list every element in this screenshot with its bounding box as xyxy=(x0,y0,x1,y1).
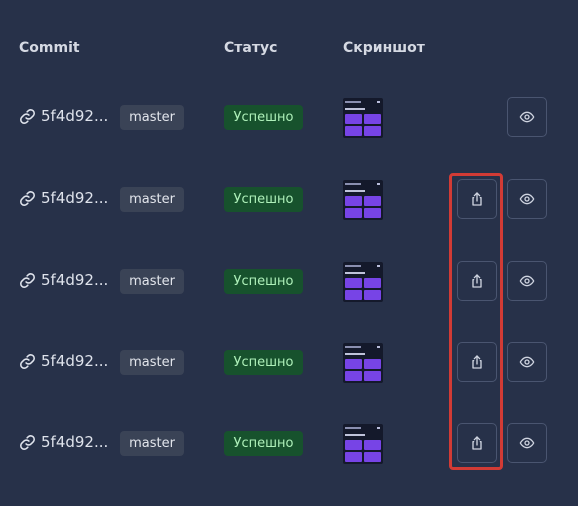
commit-link[interactable]: 5f4d92... xyxy=(19,433,108,451)
branch-badge: master xyxy=(120,431,184,456)
table-row: 5f4d92... master Успешно xyxy=(0,96,578,140)
eye-icon xyxy=(519,354,535,370)
screenshot-thumbnail[interactable] xyxy=(343,424,383,464)
status-badge: Успешно xyxy=(224,269,303,294)
screenshot-thumbnail[interactable] xyxy=(343,262,383,302)
share-button[interactable] xyxy=(457,179,497,219)
table-row: 5f4d92... master Успешно xyxy=(0,341,578,385)
table-row: 5f4d92... master Успешно xyxy=(0,260,578,304)
table-row: 5f4d92... master Успешно xyxy=(0,422,578,466)
status-badge: Успешно xyxy=(224,105,303,130)
link-icon xyxy=(19,190,36,207)
eye-icon xyxy=(519,273,535,289)
status-badge: Успешно xyxy=(224,187,303,212)
screenshot-thumbnail[interactable] xyxy=(343,180,383,220)
view-button[interactable] xyxy=(507,97,547,137)
view-button[interactable] xyxy=(507,342,547,382)
branch-badge: master xyxy=(120,350,184,375)
commit-hash: 5f4d92... xyxy=(41,433,109,451)
link-icon xyxy=(19,434,36,451)
share-icon xyxy=(469,354,485,370)
commit-hash: 5f4d92... xyxy=(41,107,109,125)
link-icon xyxy=(19,108,36,125)
branch-badge: master xyxy=(120,105,184,130)
eye-icon xyxy=(519,191,535,207)
commit-link[interactable]: 5f4d92... xyxy=(19,271,108,289)
commit-hash: 5f4d92... xyxy=(41,352,109,370)
status-badge: Успешно xyxy=(224,431,303,456)
header-status: Статус xyxy=(224,40,278,56)
view-button[interactable] xyxy=(507,261,547,301)
share-button[interactable] xyxy=(457,261,497,301)
view-button[interactable] xyxy=(507,179,547,219)
table-header: Commit Статус Скриншот xyxy=(0,40,578,60)
link-icon xyxy=(19,353,36,370)
share-icon xyxy=(469,435,485,451)
eye-icon xyxy=(519,435,535,451)
header-screenshot: Скриншот xyxy=(343,40,425,56)
status-badge: Успешно xyxy=(224,350,303,375)
share-icon xyxy=(469,273,485,289)
screenshot-thumbnail[interactable] xyxy=(343,98,383,138)
branch-badge: master xyxy=(120,269,184,294)
link-icon xyxy=(19,272,36,289)
view-button[interactable] xyxy=(507,423,547,463)
share-icon xyxy=(469,191,485,207)
commit-hash: 5f4d92... xyxy=(41,189,109,207)
table-row: 5f4d92... master Успешно xyxy=(0,178,578,222)
header-commit: Commit xyxy=(19,40,80,56)
commit-link[interactable]: 5f4d92... xyxy=(19,352,108,370)
commit-hash: 5f4d92... xyxy=(41,271,109,289)
share-button[interactable] xyxy=(457,423,497,463)
commit-link[interactable]: 5f4d92... xyxy=(19,107,108,125)
branch-badge: master xyxy=(120,187,184,212)
eye-icon xyxy=(519,109,535,125)
screenshot-thumbnail[interactable] xyxy=(343,343,383,383)
share-button[interactable] xyxy=(457,342,497,382)
commit-link[interactable]: 5f4d92... xyxy=(19,189,108,207)
